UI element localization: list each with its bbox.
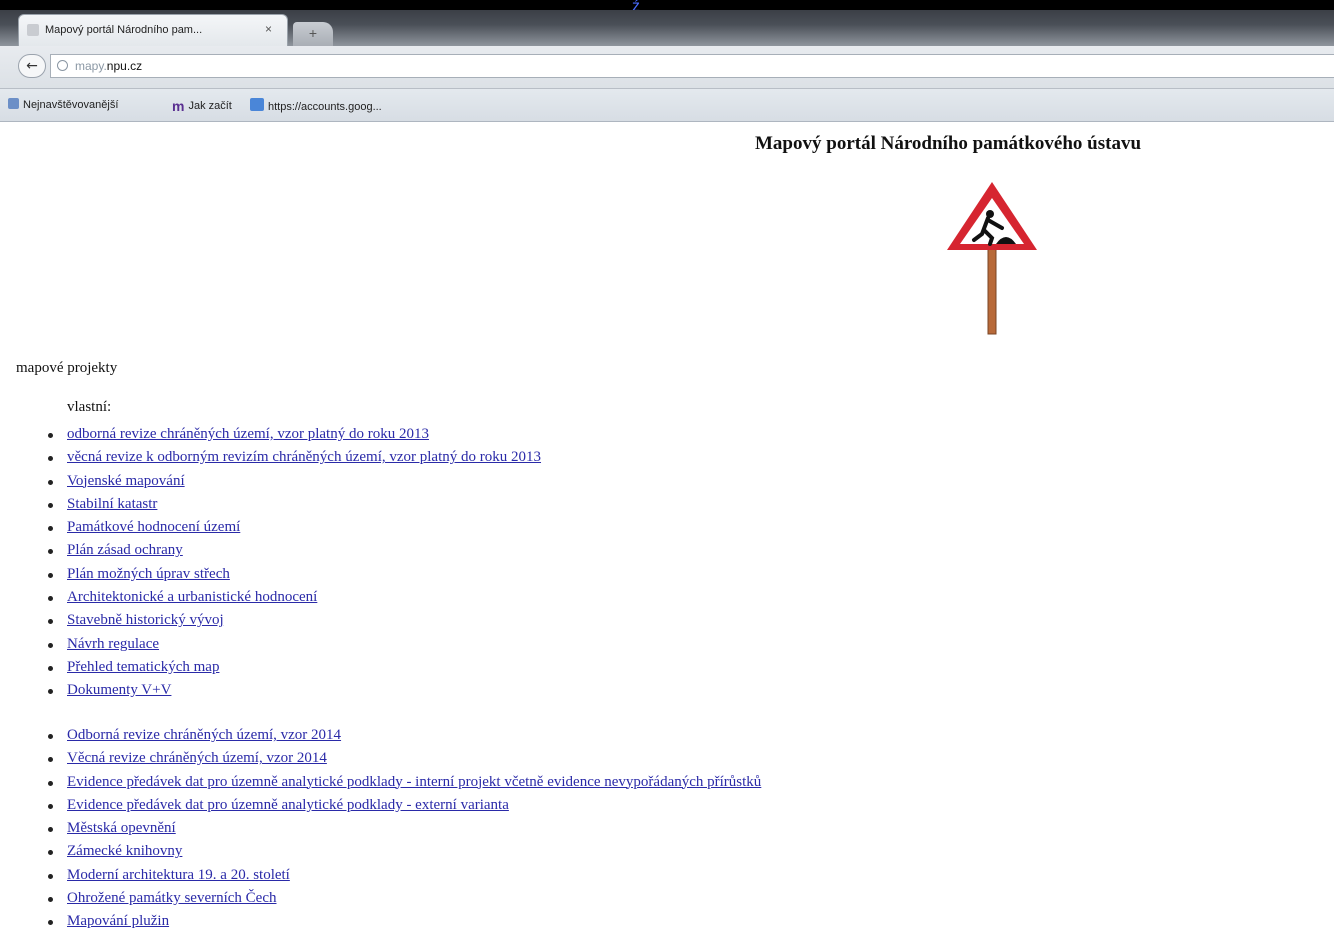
tab-bar: Mapový portál Národního pam... × + <box>0 10 1334 46</box>
project-list-other: Odborná revize chráněných území, vzor 20… <box>0 724 761 934</box>
bookmark-label: https://accounts.goog... <box>268 101 382 113</box>
project-list-own: odborná revize chráněných území, vzor pl… <box>0 423 541 703</box>
list-item: Věcná revize chráněných území, vzor 2014 <box>47 747 761 770</box>
sub-label: vlastní: <box>67 399 112 415</box>
url-subdomain: mapy. <box>75 59 107 73</box>
url-text: mapy.npu.cz <box>75 55 142 77</box>
bookmark-label: Jak začít <box>188 100 232 112</box>
project-link[interactable]: Stavebně historický vývoj <box>67 612 224 628</box>
list-item: Odborná revize chráněných území, vzor 20… <box>47 724 761 747</box>
list-item: Mapování plužin <box>47 910 761 933</box>
globe-icon <box>57 60 68 71</box>
project-link[interactable]: Vojenské mapování <box>67 473 185 489</box>
list-item: Přehled tematických map <box>47 656 541 679</box>
list-item: Památkové hodnocení území <box>47 516 541 539</box>
google-icon <box>250 98 264 111</box>
project-link[interactable]: Přehled tematických map <box>67 659 219 675</box>
tab-active[interactable]: Mapový portál Národního pam... × <box>18 14 288 46</box>
bookmark-google-accounts[interactable]: https://accounts.goog... <box>250 98 382 113</box>
project-link[interactable]: Věcná revize chráněných území, vzor 2014 <box>67 750 327 766</box>
window-top-strip <box>0 0 1334 10</box>
list-item: Architektonické a urbanistické hodnocení <box>47 586 541 609</box>
project-link[interactable]: Ohrožené památky severních Čech <box>67 890 277 906</box>
project-link[interactable]: Městská opevnění <box>67 820 176 836</box>
page-title: Mapový portál Národního památkového ústa… <box>755 133 1142 154</box>
project-link[interactable]: Plán možných úprav střech <box>67 566 230 582</box>
list-item: Moderní architektura 19. a 20. století <box>47 864 761 887</box>
list-item: Evidence předávek dat pro územně analyti… <box>47 771 761 794</box>
new-tab-button[interactable]: + <box>293 22 333 46</box>
bookmark-icon <box>8 98 19 109</box>
project-link[interactable]: věcná revize k odborným revizím chráněný… <box>67 449 541 465</box>
bookmarks-bar: Nejnavštěvovanější m Jak začít https://ac… <box>0 89 1334 122</box>
construction-sign-icon <box>947 182 1037 335</box>
page-favicon-icon <box>27 24 39 36</box>
list-item: odborná revize chráněných území, vzor pl… <box>47 423 541 446</box>
list-item: Evidence předávek dat pro územně analyti… <box>47 794 761 817</box>
project-link[interactable]: Památkové hodnocení území <box>67 519 240 535</box>
url-domain: npu.cz <box>106 59 143 73</box>
navigation-bar: ← mapy.npu.cz <box>0 46 1334 89</box>
project-link[interactable]: Stabilní katastr <box>67 496 157 512</box>
back-button[interactable]: ← <box>18 54 46 78</box>
project-link[interactable]: Evidence předávek dat pro územně analyti… <box>67 774 761 790</box>
list-item: Zámecké knihovny <box>47 840 761 863</box>
close-tab-icon[interactable]: × <box>265 22 272 36</box>
project-link[interactable]: Návrh regulace <box>67 636 159 652</box>
list-item: Stavebně historický vývoj <box>47 609 541 632</box>
list-item: Ohrožené památky severních Čech <box>47 887 761 910</box>
list-item: Vojenské mapování <box>47 470 541 493</box>
list-item: věcná revize k odborným revizím chráněný… <box>47 446 541 469</box>
section-label: mapové projekty <box>16 360 118 376</box>
project-link[interactable]: Dokumenty V+V <box>67 682 171 698</box>
bookmark-label: Nejnavštěvovanější <box>23 99 119 111</box>
project-link[interactable]: Moderní architektura 19. a 20. století <box>67 867 290 883</box>
address-bar[interactable]: mapy.npu.cz <box>50 54 1334 78</box>
list-item: Návrh regulace <box>47 633 541 656</box>
project-link[interactable]: Mapování plužin <box>67 913 169 929</box>
list-item: Plán zásad ochrany <box>47 539 541 562</box>
project-link[interactable]: Evidence předávek dat pro územně analyti… <box>67 797 509 813</box>
list-item: Městská opevnění <box>47 817 761 840</box>
project-link[interactable]: odborná revize chráněných území, vzor pl… <box>67 426 429 442</box>
list-item: Stabilní katastr <box>47 493 541 516</box>
bookmark-getting-started[interactable]: m Jak začít <box>172 98 232 114</box>
list-item: Dokumenty V+V <box>47 679 541 702</box>
project-link[interactable]: Zámecké knihovny <box>67 843 182 859</box>
tab-title: Mapový portál Národního pam... <box>45 24 203 36</box>
project-link[interactable]: Odborná revize chráněných území, vzor 20… <box>67 727 341 743</box>
m-logo-icon: m <box>172 98 185 114</box>
list-item: Plán možných úprav střech <box>47 563 541 586</box>
project-link[interactable]: Architektonické a urbanistické hodnocení <box>67 589 317 605</box>
bookmark-most-visited[interactable]: Nejnavštěvovanější <box>8 98 118 111</box>
project-link[interactable]: Plán zásad ochrany <box>67 542 183 558</box>
